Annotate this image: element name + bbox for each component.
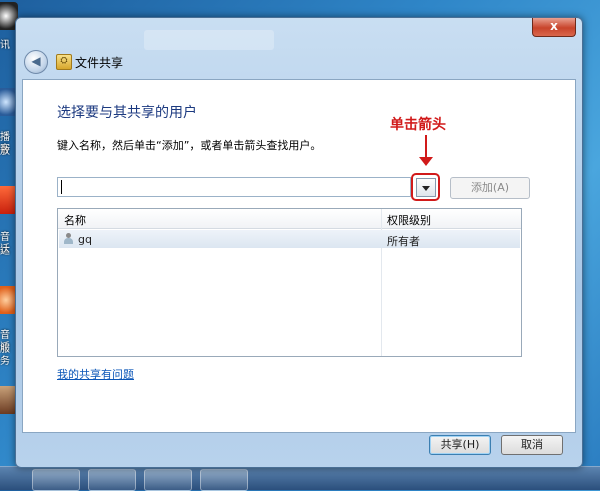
sharing-problem-link[interactable]: 我的共享有问题: [57, 366, 134, 382]
taskbar-paint-button[interactable]: [200, 469, 248, 491]
window-title: 文件共享: [75, 56, 124, 70]
add-button[interactable]: 添加(A): [450, 177, 530, 199]
instruction-text: 键入名称，然后单击“添加”，或者单击箭头查找用户。: [57, 139, 322, 152]
taskbar-media-button[interactable]: [144, 469, 192, 491]
column-header-permission[interactable]: 权限级别: [387, 212, 431, 228]
annotation-arrow-shaft: [425, 135, 427, 159]
table-header: 名称 权限级别: [58, 209, 521, 229]
back-arrow-icon[interactable]: ◀: [24, 50, 48, 74]
row-permission-level[interactable]: 所有者: [387, 233, 420, 249]
taskbar: [0, 466, 600, 491]
desktop-label-3: 放: [0, 146, 10, 157]
cancel-button[interactable]: 取消: [501, 435, 563, 455]
taskbar-ie-button[interactable]: [32, 469, 80, 491]
user-name-input[interactable]: [57, 177, 411, 197]
annotation-arrow-icon: [419, 157, 433, 166]
share-folder-icon: ⛭: [56, 54, 72, 70]
annotation-label: 单击箭头: [390, 117, 446, 133]
row-user-name: gq: [78, 233, 92, 246]
user-icon: [64, 233, 73, 244]
file-sharing-window: x ◀ ⛭ 文件共享 选择要与其共享的用户 键入名称，然后单击“添加”，或者单击…: [15, 17, 583, 468]
desktop-label-1: 讯: [0, 40, 10, 51]
desktop-label-5: 达: [0, 246, 10, 257]
taskbar-explorer-button[interactable]: [88, 469, 136, 491]
text-caret: [61, 180, 62, 194]
page-title: 选择要与其共享的用户: [57, 105, 197, 121]
annotation-highlight-box: [411, 173, 440, 201]
title-bar: ◀ ⛭ 文件共享: [24, 50, 572, 76]
dialog-footer: 共享(H) 取消: [22, 432, 574, 462]
background-window-ghost: [144, 30, 274, 50]
table-row[interactable]: gq 所有者: [59, 230, 520, 248]
user-permission-table: 名称 权限级别 gq 所有者: [57, 208, 522, 357]
dialog-content: 选择要与其共享的用户 键入名称，然后单击“添加”，或者单击箭头查找用户。 单击箭…: [22, 79, 576, 433]
share-button[interactable]: 共享(H): [429, 435, 491, 455]
column-header-name[interactable]: 名称: [64, 212, 86, 228]
close-button[interactable]: x: [532, 18, 576, 37]
